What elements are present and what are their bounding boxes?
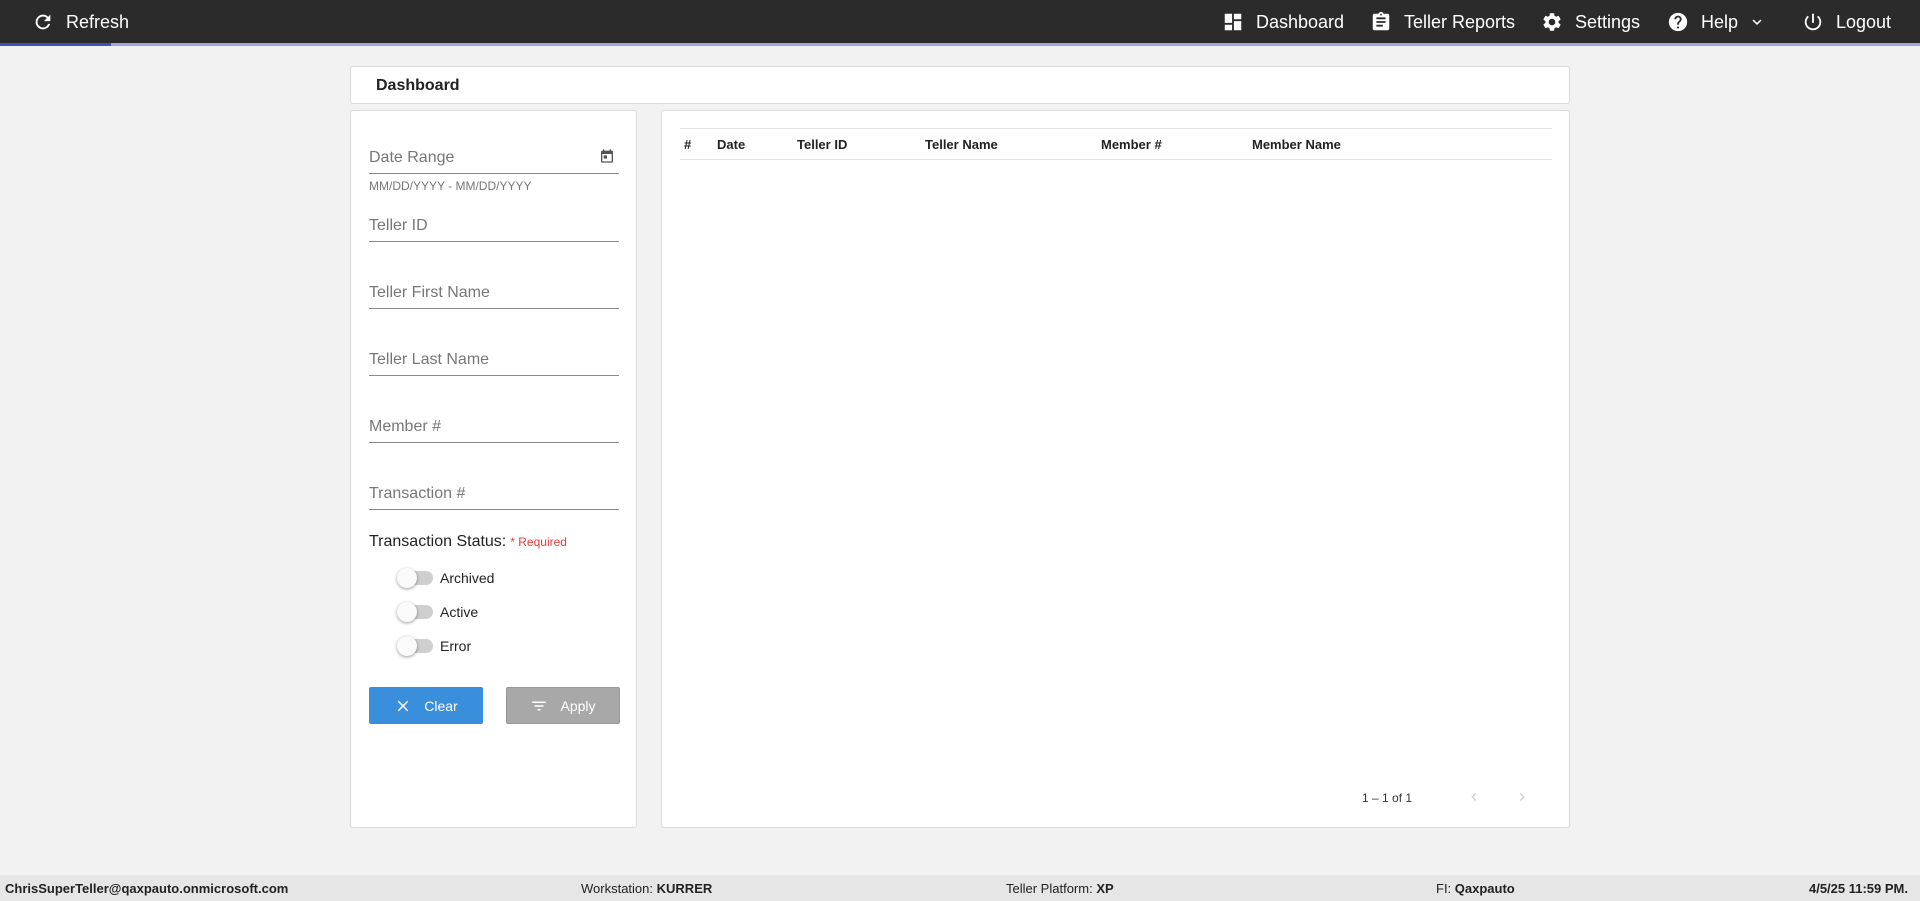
clipboard-icon xyxy=(1372,11,1390,31)
member-number-placeholder: Member # xyxy=(369,418,442,435)
column-header-teller-id[interactable]: Teller ID xyxy=(797,137,847,152)
nav-settings[interactable]: Settings xyxy=(1541,0,1640,44)
apply-button[interactable]: Apply xyxy=(506,687,620,724)
footer-datetime: 4/5/25 11:59 PM. xyxy=(1808,881,1908,896)
filter-icon xyxy=(532,701,547,710)
footer-fi-label: FI: xyxy=(1436,881,1452,896)
column-header-member-name[interactable]: Member Name xyxy=(1252,137,1341,152)
refresh-button[interactable]: Refresh xyxy=(32,0,129,44)
toggle-track[interactable] xyxy=(397,568,433,588)
nav-dashboard[interactable]: Dashboard xyxy=(1222,0,1344,44)
teller-first-name-placeholder: Teller First Name xyxy=(369,284,490,301)
footer-user: ChrisSuperTeller@qaxpauto.onmicrosoft.co… xyxy=(5,881,289,896)
help-icon xyxy=(1668,12,1688,32)
loading-progress-bar xyxy=(0,43,1920,46)
chevron-down-icon xyxy=(1752,19,1762,25)
toggle-knob xyxy=(397,602,417,622)
column-header-teller-name[interactable]: Teller Name xyxy=(925,137,998,152)
nav-help-menu[interactable]: Help xyxy=(1667,0,1766,44)
clear-button-label: Clear xyxy=(424,697,458,714)
apply-button-label: Apply xyxy=(560,697,596,714)
footer-platform-label: Teller Platform: xyxy=(1006,881,1093,896)
active-toggle[interactable]: Active xyxy=(397,601,479,623)
page-title-card: Dashboard xyxy=(350,66,1570,104)
teller-last-name-input[interactable]: Teller Last Name xyxy=(369,340,619,376)
table-header: # Date Teller ID Teller Name Member # Me… xyxy=(680,128,1552,160)
nav-teller-reports-label: Teller Reports xyxy=(1404,11,1516,32)
refresh-label: Refresh xyxy=(66,11,130,32)
power-icon xyxy=(1804,13,1822,31)
transaction-number-input[interactable]: Transaction # xyxy=(369,474,619,510)
date-range-input[interactable]: Date Range xyxy=(369,138,619,174)
required-indicator: * Required xyxy=(510,535,567,549)
teller-id-input[interactable]: Teller ID xyxy=(369,206,619,242)
nav-dashboard-label: Dashboard xyxy=(1256,11,1345,32)
top-navigation-bar: Refresh Dashboard Teller Reports Setting… xyxy=(0,0,1920,46)
dashboard-icon xyxy=(1224,13,1242,31)
transaction-status-text: Transaction Status: xyxy=(369,533,507,550)
pagination-range: 1 – 1 of 1 xyxy=(1362,791,1413,805)
archived-toggle[interactable]: Archived xyxy=(397,567,495,589)
teller-last-name-placeholder: Teller Last Name xyxy=(369,351,490,368)
nav-logout[interactable]: Logout xyxy=(1802,0,1891,44)
member-number-input[interactable]: Member # xyxy=(369,407,619,443)
close-icon xyxy=(398,700,409,711)
error-toggle-label: Error xyxy=(440,638,472,654)
toggle-track[interactable] xyxy=(397,602,433,622)
nav-settings-label: Settings xyxy=(1575,11,1641,32)
gear-icon xyxy=(1543,13,1561,31)
footer-workstation-label: Workstation: xyxy=(581,881,654,896)
column-header-member-number[interactable]: Member # xyxy=(1101,137,1162,152)
teller-id-placeholder: Teller ID xyxy=(369,217,428,234)
date-range-hint: MM/DD/YYYY - MM/DD/YYYY xyxy=(369,179,532,193)
error-toggle[interactable]: Error xyxy=(397,635,472,657)
page-title: Dashboard xyxy=(376,77,460,94)
transaction-status-label: Transaction Status: * Required xyxy=(369,533,567,551)
teller-first-name-input[interactable]: Teller First Name xyxy=(369,273,619,309)
toggle-knob xyxy=(397,636,417,656)
transaction-number-placeholder: Transaction # xyxy=(369,485,466,502)
archived-toggle-label: Archived xyxy=(440,570,495,586)
footer-platform: XP xyxy=(1096,881,1114,896)
active-toggle-label: Active xyxy=(440,604,479,620)
toggle-track[interactable] xyxy=(397,636,433,656)
results-panel: # Date Teller ID Teller Name Member # Me… xyxy=(661,110,1570,828)
clear-button[interactable]: Clear xyxy=(369,687,483,724)
loading-progress-fill xyxy=(0,43,112,46)
next-page-icon[interactable] xyxy=(1514,789,1530,805)
refresh-icon xyxy=(35,14,51,30)
filter-panel: Date Range MM/DD/YYYY - MM/DD/YYYY Telle… xyxy=(350,110,637,828)
nav-teller-reports[interactable]: Teller Reports xyxy=(1370,0,1515,44)
column-header-date[interactable]: Date xyxy=(717,137,745,152)
previous-page-icon[interactable] xyxy=(1466,789,1482,805)
date-range-placeholder: Date Range xyxy=(369,149,455,166)
calendar-icon[interactable] xyxy=(599,148,615,164)
footer-workstation: KURRER xyxy=(656,881,713,896)
column-header-number[interactable]: # xyxy=(684,137,691,152)
nav-logout-label: Logout xyxy=(1836,11,1892,32)
footer-fi: Qaxpauto xyxy=(1454,881,1515,896)
status-footer: ChrisSuperTeller@qaxpauto.onmicrosoft.co… xyxy=(0,875,1920,901)
toggle-knob xyxy=(397,568,417,588)
nav-help-label: Help xyxy=(1701,11,1739,32)
